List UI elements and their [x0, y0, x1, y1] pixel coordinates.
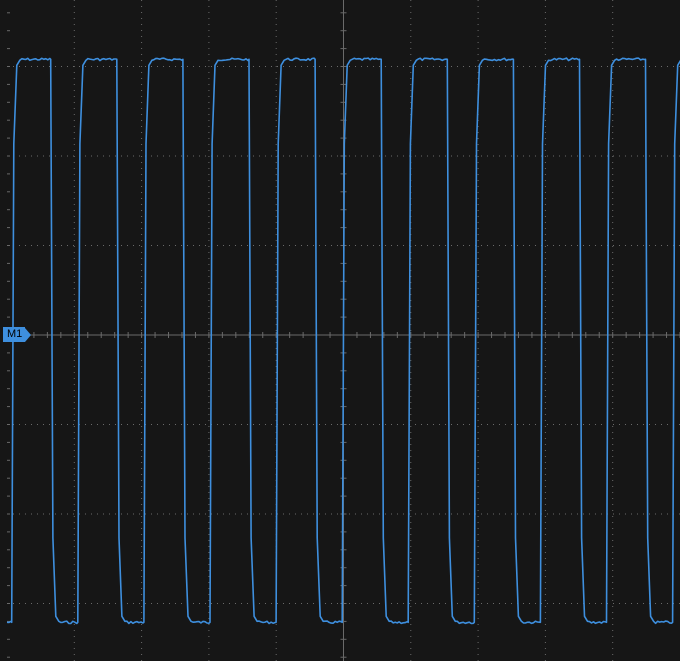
- marker-arrow-icon: [25, 327, 32, 342]
- m1-marker-label: M1: [3, 327, 26, 342]
- oscilloscope-screen: M1: [0, 0, 680, 661]
- waveform-plot: [6, 0, 680, 661]
- m1-reference-marker[interactable]: M1: [3, 327, 32, 342]
